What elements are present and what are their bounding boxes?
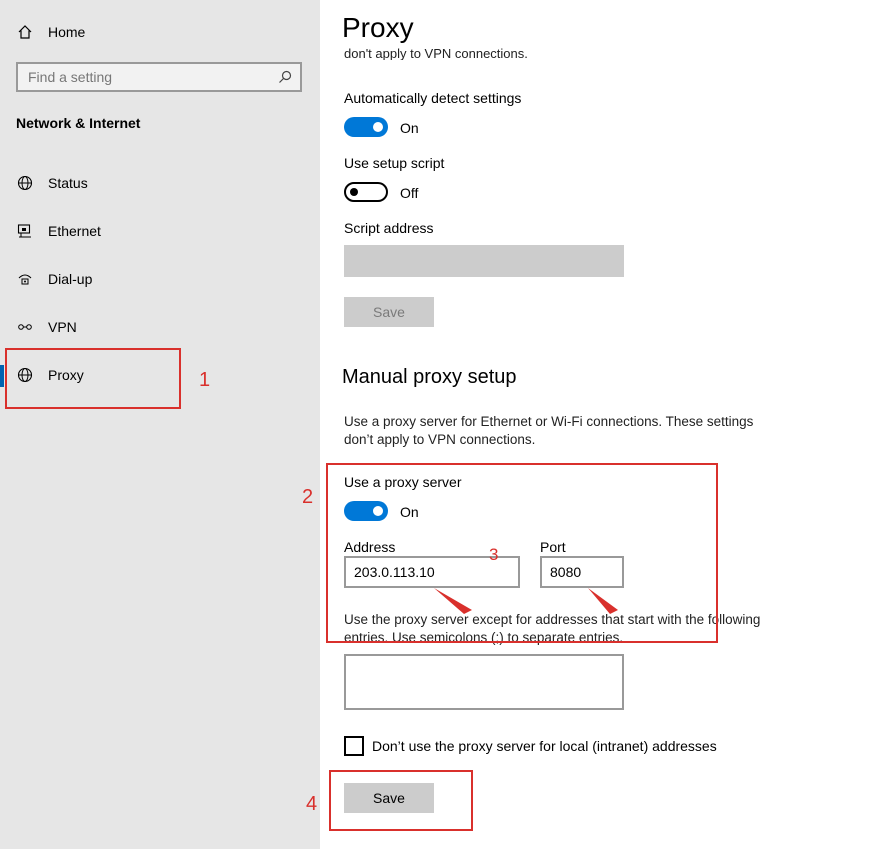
dialup-icon [16,270,34,288]
annotation-number-1: 1 [199,369,211,391]
annotation-arrow [434,588,472,614]
sidebar-item-status[interactable]: Status [0,163,320,203]
manual-proxy-description: Use a proxy server for Ethernet or Wi-Fi… [344,414,754,447]
sidebar-item-label: Status [48,175,88,191]
globe-icon [16,174,34,192]
sidebar-item-label: VPN [48,319,77,335]
annotation-number-3: 3 [489,545,499,564]
auto-detect-label: Automatically detect settings [344,90,522,106]
home-icon [16,23,34,41]
search-box[interactable] [16,62,302,92]
home-link[interactable]: Home [16,18,85,46]
local-bypass-checkbox[interactable] [344,736,364,756]
auto-detect-state: On [400,120,419,136]
sidebar: Home Network & Internet Status Ethernet … [0,0,320,849]
vpn-icon [16,318,34,336]
search-input[interactable] [18,68,280,86]
setup-script-label: Use setup script [344,155,445,171]
script-address-input [344,245,624,277]
local-bypass-label: Don’t use the proxy server for local (in… [372,738,717,754]
search-icon[interactable] [278,70,292,89]
manual-proxy-heading: Manual proxy setup [342,366,517,388]
sidebar-item-dialup[interactable]: Dial-up [0,259,320,299]
page-title: Proxy [342,12,414,43]
setup-script-toggle[interactable] [344,182,388,202]
annotation-number-2: 2 [302,486,314,508]
annotation-number-4: 4 [306,793,318,815]
toggle-knob [350,188,358,196]
annotation-box-4 [329,770,473,831]
sidebar-item-ethernet[interactable]: Ethernet [0,211,320,251]
sidebar-item-label: Dial-up [48,271,93,287]
sidebar-item-vpn[interactable]: VPN [0,307,320,347]
exceptions-textarea[interactable] [344,654,624,710]
script-save-button: Save [344,297,434,327]
clipped-description: don't apply to VPN connections. [344,46,528,60]
auto-detect-toggle[interactable] [344,117,388,137]
annotation-arrow [588,588,618,614]
home-label: Home [48,24,86,40]
script-address-label: Script address [344,220,434,236]
setup-script-state: Off [400,185,419,201]
ethernet-icon [16,222,34,240]
annotation-arrows [434,588,618,614]
sidebar-item-label: Ethernet [48,223,101,239]
section-title: Network & Internet [16,115,141,131]
annotation-box-1 [5,348,181,409]
toggle-knob [373,122,383,132]
